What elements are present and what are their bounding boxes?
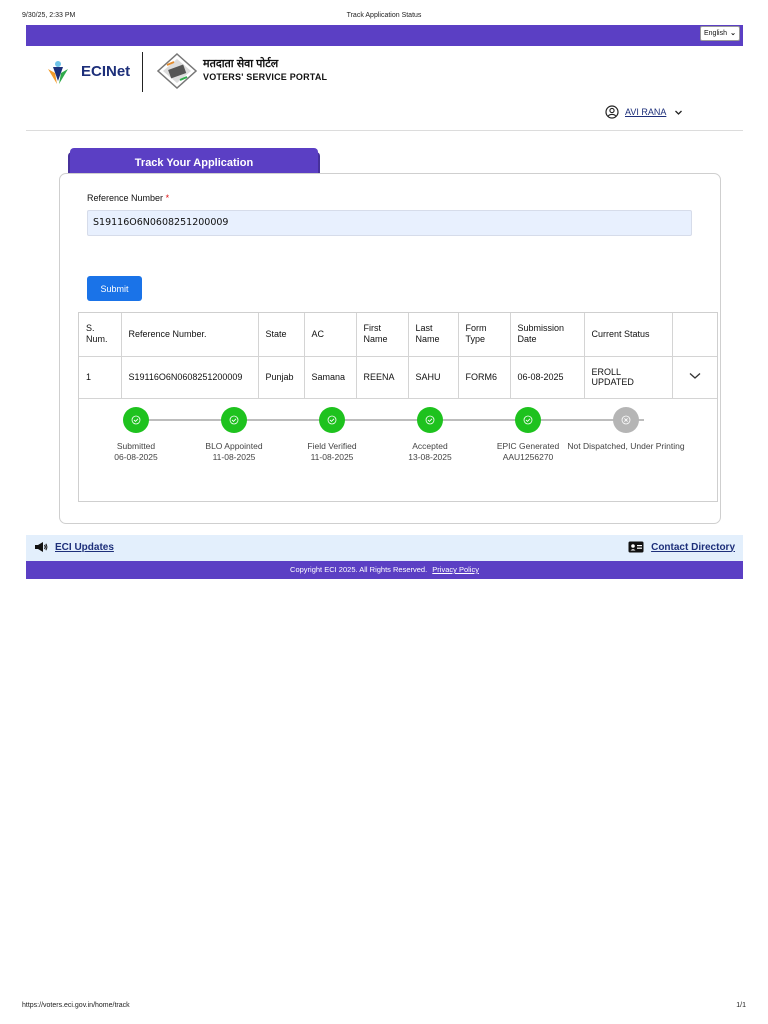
column-header: Last Name xyxy=(407,313,459,357)
print-page-number: 1/1 xyxy=(736,1002,746,1009)
submit-button[interactable]: Submit xyxy=(87,276,142,301)
print-url: https://voters.eci.gov.in/home/track xyxy=(22,1002,130,1009)
print-footer: https://voters.eci.gov.in/home/track 1/1 xyxy=(22,1002,746,1012)
copyright-bar: Copyright ECI 2025. All Rights Reserved.… xyxy=(26,561,743,579)
cell-current-status: EROLL UPDATED xyxy=(583,355,673,399)
cell-reference: S19116O6N0608251200009 xyxy=(120,355,259,399)
column-header: Form Type xyxy=(457,313,511,357)
column-header: Reference Number. xyxy=(120,313,259,357)
cell-form-type: FORM6 xyxy=(457,355,511,399)
column-header: AC xyxy=(303,313,357,357)
check-circle-icon xyxy=(123,407,149,433)
column-header: First Name xyxy=(355,313,409,357)
check-circle-icon xyxy=(221,407,247,433)
copyright-text: Copyright ECI 2025. All Rights Reserved. xyxy=(290,565,428,574)
step-epic-number: AAU1256270 xyxy=(502,452,554,463)
cell-s-num: 1 xyxy=(79,355,122,399)
cell-last-name: SAHU xyxy=(407,355,459,399)
chevron-down-icon[interactable] xyxy=(674,108,683,117)
portal-english-title: VOTERS' SERVICE PORTAL xyxy=(203,72,328,82)
table-row[interactable]: 1 S19116O6N0608251200009 Punjab Samana R… xyxy=(79,355,717,399)
cell-ac: Samana xyxy=(303,355,357,399)
reference-number-label-text: Reference Number xyxy=(87,193,164,203)
user-avatar-icon xyxy=(605,105,619,119)
reference-number-label: Reference Number * xyxy=(87,193,169,203)
chevron-down-icon[interactable] xyxy=(689,372,701,380)
logo-divider xyxy=(142,52,143,92)
step-not-dispatched: Not Dispatched, Under Printing xyxy=(551,407,701,452)
table-header-row: S. Num. Reference Number. State AC First… xyxy=(79,313,717,357)
chevron-down-icon: ⌄ xyxy=(730,30,736,37)
check-circle-icon xyxy=(319,407,345,433)
print-header: 9/30/25, 2:33 PM Track Application Statu… xyxy=(22,12,746,22)
contact-card-icon xyxy=(628,541,644,553)
check-circle-icon xyxy=(417,407,443,433)
voters-portal-logo-icon[interactable] xyxy=(157,53,197,89)
privacy-policy-link[interactable]: Privacy Policy xyxy=(432,565,479,574)
megaphone-icon xyxy=(35,542,48,552)
column-header: Current Status xyxy=(583,313,673,357)
track-application-card: Reference Number * S19116O6N060825120000… xyxy=(59,173,721,524)
language-select[interactable]: English ⌄ xyxy=(700,26,740,41)
required-mark: * xyxy=(165,193,170,203)
language-select-value: English xyxy=(704,30,727,37)
column-header xyxy=(671,313,717,357)
user-menu[interactable]: AVI RANA xyxy=(605,104,683,120)
pending-circle-icon xyxy=(613,407,639,433)
footer-links-bar: ECI Updates Contact Directory xyxy=(26,535,743,561)
column-header: State xyxy=(257,313,305,357)
eci-updates-label[interactable]: ECI Updates xyxy=(55,542,114,553)
portal-hindi-title: मतदाता सेवा पोर्टल xyxy=(203,58,279,70)
results-table: S. Num. Reference Number. State AC First… xyxy=(79,313,717,399)
application-progress-stepper: Submitted 06-08-2025 BLO Appointed 11-08… xyxy=(79,399,717,499)
cell-state: Punjab xyxy=(257,355,305,399)
reference-number-input[interactable]: S19116O6N0608251200009 xyxy=(87,210,692,236)
ecinet-logo-icon[interactable] xyxy=(44,59,72,87)
contact-directory-label[interactable]: Contact Directory xyxy=(651,542,735,553)
cell-submission-date: 06-08-2025 xyxy=(509,355,585,399)
results-panel: S. Num. Reference Number. State AC First… xyxy=(78,312,718,502)
ecinet-brand-text[interactable]: ECINet xyxy=(81,63,130,80)
step-label: Not Dispatched, Under Printing xyxy=(567,441,685,451)
check-circle-icon xyxy=(515,407,541,433)
site-header: ECINet मतदाता सेवा पोर्टल VOTERS' SERVIC… xyxy=(26,46,743,131)
cell-first-name: REENA xyxy=(355,355,409,399)
expand-row-cell[interactable] xyxy=(671,355,717,399)
eci-updates-link[interactable]: ECI Updates xyxy=(34,541,114,553)
column-header: Submission Date xyxy=(509,313,585,357)
print-title: Track Application Status xyxy=(346,12,422,19)
contact-directory-link[interactable]: Contact Directory xyxy=(628,541,735,553)
top-bar: English ⌄ xyxy=(26,25,743,46)
column-header: S. Num. xyxy=(79,313,122,357)
user-name[interactable]: AVI RANA xyxy=(625,107,666,117)
